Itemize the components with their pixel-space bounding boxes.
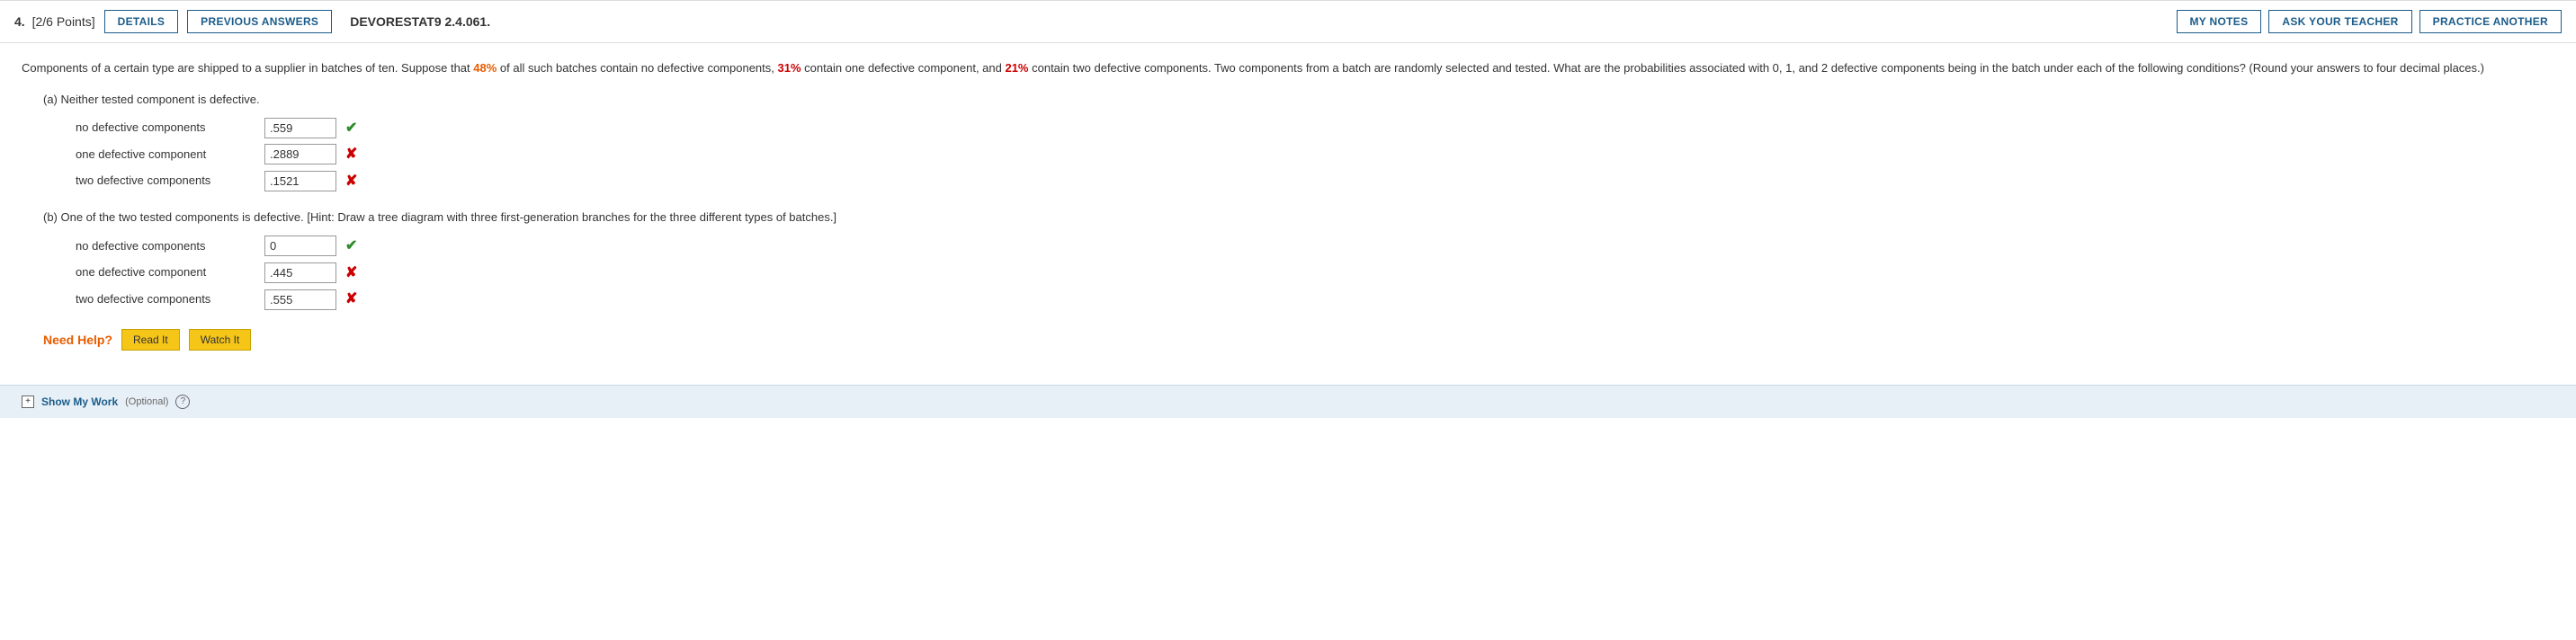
question-content: Components of a certain type are shipped… — [0, 43, 2576, 385]
part-b-label: (b) One of the two tested components is … — [43, 209, 2554, 227]
my-notes-button[interactable]: MY NOTES — [2177, 10, 2262, 33]
problem-text-3: contain one defective component, and — [801, 61, 1006, 75]
answer-input-b3[interactable] — [264, 289, 336, 310]
problem-title: DEVORESTAT9 2.4.061. — [341, 14, 2167, 29]
show-my-work-label: Show My Work — [41, 396, 118, 408]
incorrect-icon: ✘ — [345, 288, 357, 311]
correct-icon: ✔ — [345, 235, 357, 258]
problem-text-2: of all such batches contain no defective… — [496, 61, 777, 75]
show-my-work-toggle[interactable]: + — [22, 396, 34, 408]
details-button[interactable]: DETAILS — [104, 10, 179, 33]
answer-input-a2[interactable] — [264, 144, 336, 164]
watch-it-button[interactable]: Watch It — [189, 329, 252, 351]
answer-input-b2[interactable] — [264, 262, 336, 283]
table-row: two defective components ✘ — [76, 288, 2554, 311]
need-help-label: Need Help? — [43, 330, 112, 350]
problem-text: Components of a certain type are shipped… — [22, 59, 2554, 78]
incorrect-icon: ✘ — [345, 170, 357, 193]
row-label: two defective components — [76, 290, 255, 309]
practice-another-button[interactable]: PRACTICE ANOTHER — [2419, 10, 2562, 33]
row-label: one defective component — [76, 146, 255, 164]
table-row: no defective components ✔ — [76, 235, 2554, 258]
incorrect-icon: ✘ — [345, 143, 357, 166]
previous-answers-button[interactable]: PREVIOUS ANSWERS — [187, 10, 332, 33]
table-row: two defective components ✘ — [76, 170, 2554, 193]
problem-text-4: contain two defective components. Two co… — [1029, 61, 2484, 75]
help-icon[interactable]: ? — [175, 395, 190, 409]
row-label: no defective components — [76, 119, 255, 138]
incorrect-icon: ✘ — [345, 262, 357, 285]
answer-input-b1[interactable] — [264, 236, 336, 256]
question-header: 4. [2/6 Points] DETAILS PREVIOUS ANSWERS… — [0, 0, 2576, 43]
row-label: two defective components — [76, 172, 255, 191]
ask-teacher-button[interactable]: ASK YOUR TEACHER — [2268, 10, 2411, 33]
answer-input-a1[interactable] — [264, 118, 336, 138]
table-row: one defective component ✘ — [76, 262, 2554, 285]
correct-icon: ✔ — [345, 117, 357, 140]
page-wrapper: 4. [2/6 Points] DETAILS PREVIOUS ANSWERS… — [0, 0, 2576, 640]
need-help-section: Need Help? Read It Watch It — [43, 329, 2554, 351]
pct1: 48% — [473, 61, 496, 75]
problem-text-1: Components of a certain type are shipped… — [22, 61, 473, 75]
row-label: one defective component — [76, 263, 255, 282]
optional-label: (Optional) — [125, 396, 168, 407]
q-points: [2/6 Points] — [32, 14, 95, 29]
row-label: no defective components — [76, 237, 255, 256]
read-it-button[interactable]: Read It — [121, 329, 180, 351]
show-my-work-section: + Show My Work (Optional) ? — [0, 385, 2576, 418]
pct3: 21% — [1005, 61, 1028, 75]
part-a-label: (a) Neither tested component is defectiv… — [43, 91, 2554, 110]
header-actions: MY NOTES ASK YOUR TEACHER PRACTICE ANOTH… — [2177, 10, 2562, 33]
question-number: 4. [2/6 Points] — [14, 14, 95, 29]
table-row: one defective component ✘ — [76, 143, 2554, 166]
table-row: no defective components ✔ — [76, 117, 2554, 140]
pct2: 31% — [778, 61, 801, 75]
q-num: 4. — [14, 14, 25, 29]
answer-input-a3[interactable] — [264, 171, 336, 191]
